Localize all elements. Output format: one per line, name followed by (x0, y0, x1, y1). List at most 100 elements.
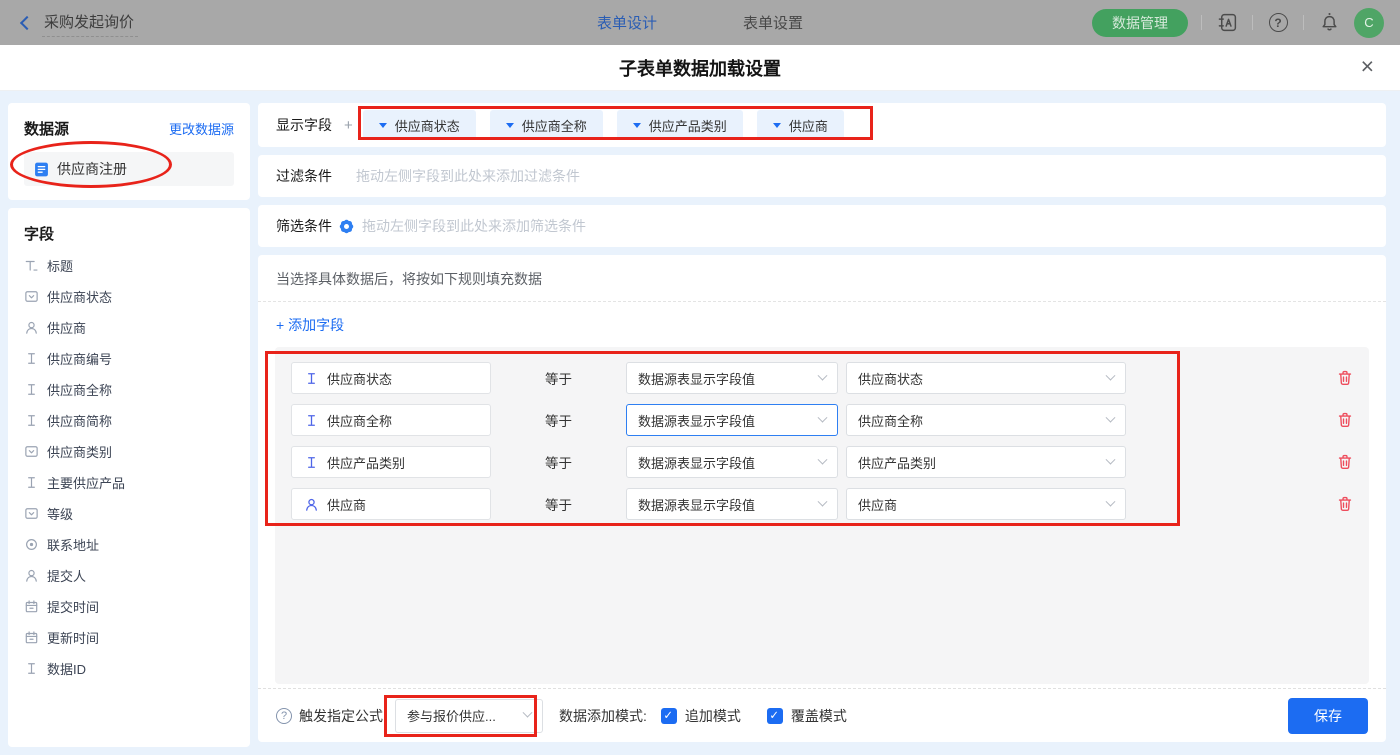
divider (1201, 15, 1202, 30)
save-button[interactable]: 保存 (1288, 698, 1368, 734)
delete-row-icon[interactable] (1337, 454, 1353, 470)
user-avatar[interactable]: C (1354, 8, 1384, 38)
divider (1252, 15, 1253, 30)
field-item[interactable]: 供应商状态 (24, 281, 234, 312)
screening-drop-zone[interactable]: 拖动左侧字段到此处来添加筛选条件 (362, 216, 586, 236)
field-item[interactable]: 供应商类别 (24, 436, 234, 467)
help-icon[interactable]: ? (1266, 11, 1290, 35)
source-field-value: 供应商 (858, 495, 897, 514)
notification-bell-icon[interactable] (1317, 11, 1341, 35)
source-type-select[interactable]: 数据源表显示字段值 (626, 362, 838, 394)
address-book-icon[interactable] (1215, 11, 1239, 35)
modal-body: 数据源 更改数据源 供应商注册 字段 标题 (0, 91, 1400, 755)
checkbox-checked-icon (767, 708, 783, 724)
delete-row-icon[interactable] (1337, 496, 1353, 512)
operator-label: 等于 (491, 410, 626, 430)
tag-label: 供应商全称 (522, 116, 587, 135)
caret-down-icon (633, 123, 641, 128)
field-item[interactable]: 提交时间 (24, 591, 234, 622)
overwrite-mode-checkbox[interactable]: 覆盖模式 (767, 706, 847, 726)
field-item[interactable]: 供应商简称 (24, 405, 234, 436)
source-type-select[interactable]: 数据源表显示字段值 (626, 446, 838, 478)
formula-select[interactable]: 参与报价供应... (395, 699, 543, 733)
main-column: 显示字段 + 供应商状态 供应商全称 供应产品类别 (258, 103, 1386, 747)
source-type-value: 数据源表显示字段值 (638, 495, 755, 514)
chevron-down-icon (1106, 454, 1116, 464)
source-type-value: 数据源表显示字段值 (638, 453, 755, 472)
add-display-field-button[interactable]: + (344, 117, 353, 134)
mapping-row: 供应商状态 等于 数据源表显示字段值 供应商状态 (291, 362, 1353, 394)
field-item-label: 供应商类别 (47, 442, 112, 461)
filter-condition-label: 过滤条件 (276, 166, 332, 186)
source-field-select[interactable]: 供应商全称 (846, 404, 1126, 436)
data-manage-button[interactable]: 数据管理 (1092, 9, 1188, 37)
text-icon (24, 414, 38, 427)
add-field-link[interactable]: + 添加字段 (276, 317, 344, 333)
source-type-select[interactable]: 数据源表显示字段值 (626, 488, 838, 520)
append-mode-checkbox[interactable]: 追加模式 (661, 706, 741, 726)
field-item[interactable]: 供应商编号 (24, 343, 234, 374)
source-type-select[interactable]: 数据源表显示字段值 (626, 404, 838, 436)
target-field-box[interactable]: 供应商状态 (291, 362, 491, 394)
target-field-box[interactable]: 供应产品类别 (291, 446, 491, 478)
display-field-tag[interactable]: 供应商状态 (363, 110, 476, 140)
field-item[interactable]: 提交人 (24, 560, 234, 591)
delete-row-icon[interactable] (1337, 412, 1353, 428)
datasource-title: 数据源 (24, 118, 69, 139)
caret-down-icon (379, 123, 387, 128)
display-field-tag[interactable]: 供应商 (757, 110, 844, 140)
rules-hint: 当选择具体数据后，将按如下规则填充数据 (258, 255, 1386, 302)
chevron-down-icon (818, 454, 828, 464)
filter-drop-zone[interactable]: 拖动左侧字段到此处来添加过滤条件 (356, 166, 580, 186)
back-chevron-icon[interactable] (20, 15, 34, 29)
source-field-select[interactable]: 供应产品类别 (846, 446, 1126, 478)
target-field-box[interactable]: 供应商 (291, 488, 491, 520)
person-icon (24, 321, 38, 334)
change-datasource-link[interactable]: 更改数据源 (169, 119, 234, 138)
display-field-tags: 供应商状态 供应商全称 供应产品类别 供应商 (363, 110, 844, 140)
field-item[interactable]: 联系地址 (24, 529, 234, 560)
field-item-label: 主要供应产品 (47, 473, 125, 492)
field-item-label: 供应商 (47, 318, 86, 337)
text-icon (24, 476, 38, 489)
person-icon (24, 569, 38, 582)
chevron-down-icon (523, 708, 533, 718)
field-item-label: 联系地址 (47, 535, 99, 554)
chevron-down-icon (818, 370, 828, 380)
field-item[interactable]: 主要供应产品 (24, 467, 234, 498)
field-item-label: 等级 (47, 504, 73, 523)
display-field-tag[interactable]: 供应产品类别 (617, 110, 743, 140)
source-field-value: 供应商状态 (858, 369, 923, 388)
data-add-mode-label: 数据添加模式: (559, 706, 647, 726)
text-icon (304, 372, 318, 385)
delete-row-icon[interactable] (1337, 370, 1353, 386)
field-item-label: 供应商编号 (47, 349, 112, 368)
select-icon (24, 507, 38, 520)
tab-form-design[interactable]: 表单设计 (597, 12, 657, 33)
field-item[interactable]: 标题 (24, 250, 234, 281)
field-item[interactable]: 等级 (24, 498, 234, 529)
tag-label: 供应商状态 (395, 116, 460, 135)
target-field-box[interactable]: 供应商全称 (291, 404, 491, 436)
document-icon (34, 162, 49, 177)
field-item[interactable]: 数据ID (24, 653, 234, 684)
checkbox-label: 追加模式 (685, 706, 741, 726)
tab-form-settings[interactable]: 表单设置 (743, 12, 803, 33)
text-icon (304, 414, 318, 427)
help-circle-icon[interactable]: ? (276, 708, 292, 724)
screening-condition-label: 筛选条件 (276, 216, 332, 236)
close-icon[interactable]: × (1361, 55, 1374, 78)
field-item[interactable]: 供应商 (24, 312, 234, 343)
field-item[interactable]: 更新时间 (24, 622, 234, 653)
display-field-tag[interactable]: 供应商全称 (490, 110, 603, 140)
nav-tabs: 表单设计 表单设置 (597, 0, 803, 45)
form-name[interactable]: 采购发起询价 (42, 9, 138, 37)
field-item-label: 供应商简称 (47, 411, 112, 430)
source-field-value: 供应商全称 (858, 411, 923, 430)
source-field-select[interactable]: 供应商状态 (846, 362, 1126, 394)
source-field-select[interactable]: 供应商 (846, 488, 1126, 520)
datasource-item[interactable]: 供应商注册 (24, 152, 234, 186)
filter-condition-bar: 过滤条件 拖动左侧字段到此处来添加过滤条件 (258, 155, 1386, 197)
field-item[interactable]: 供应商全称 (24, 374, 234, 405)
gear-icon[interactable] (341, 221, 352, 232)
